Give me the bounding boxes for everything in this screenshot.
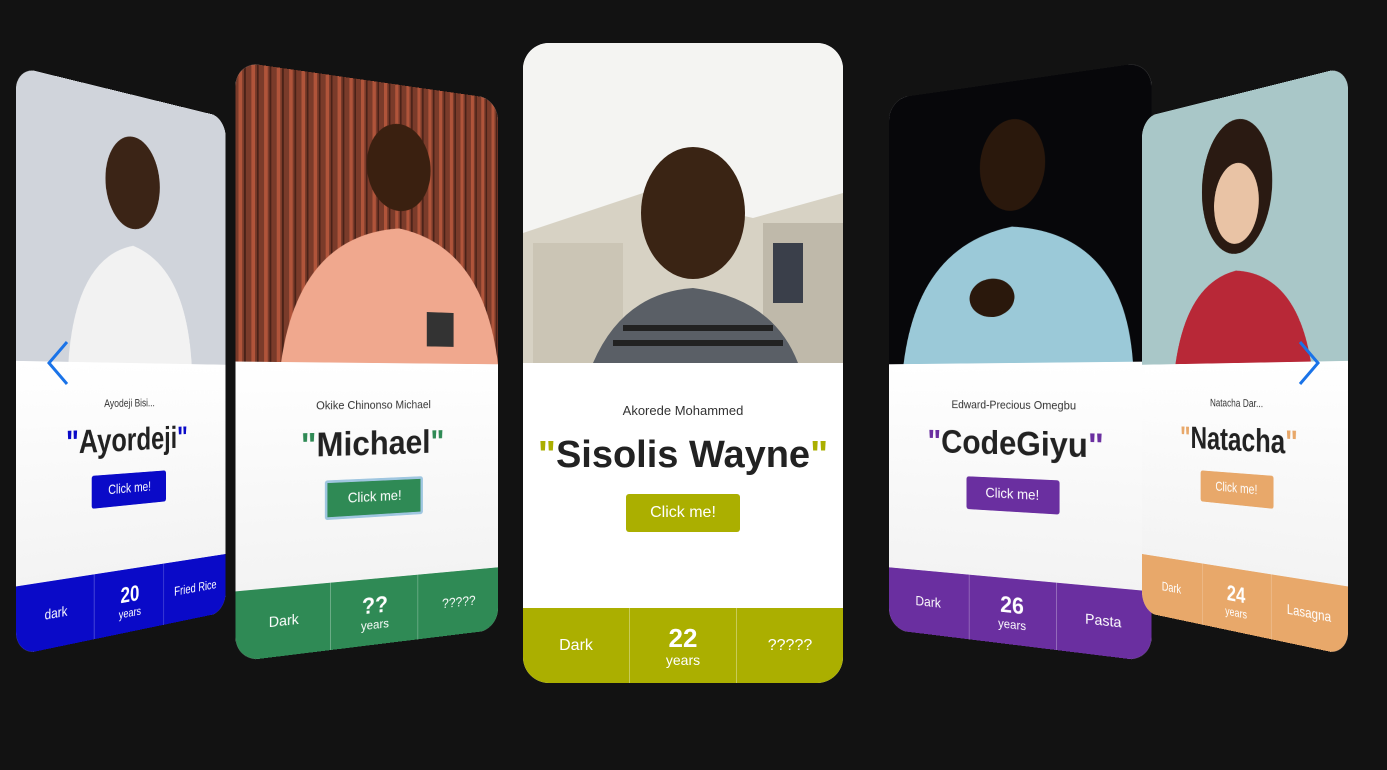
stat-food: ????? bbox=[767, 636, 813, 654]
full-name: Natacha Dar... bbox=[1210, 396, 1264, 410]
stat-age: 24 years bbox=[1203, 563, 1272, 640]
full-name: Edward-Precious Omegbu bbox=[951, 397, 1077, 413]
full-name: Okike Chinonso Michael bbox=[316, 397, 431, 413]
carousel: Ayodeji Bisi... "Ayordeji" Click me! dar… bbox=[0, 0, 1387, 770]
stat-theme: Dark bbox=[523, 608, 630, 683]
stat-food: Lasagna bbox=[1286, 601, 1332, 626]
chevron-left-icon[interactable] bbox=[39, 338, 79, 388]
profile-info: Akorede Mohammed "Sisolis Wayne" Click m… bbox=[523, 363, 843, 608]
profile-card: Edward-Precious Omegbu "CodeGiyu" Click … bbox=[888, 61, 1152, 662]
click-me-button[interactable]: Click me! bbox=[91, 470, 166, 509]
stat-age: 26 years bbox=[969, 574, 1058, 651]
nickname: "Natacha" bbox=[1180, 420, 1298, 462]
stat-age: 20 years bbox=[94, 563, 165, 640]
stat-theme: dark bbox=[15, 574, 95, 656]
stat-theme: Dark bbox=[235, 582, 331, 662]
profile-photo bbox=[888, 61, 1152, 365]
nickname: "Michael" bbox=[300, 424, 445, 466]
full-name: Ayodeji Bisi... bbox=[104, 396, 155, 410]
nickname: "Sisolis Wayne" bbox=[537, 434, 829, 476]
stat-food: Fried Rice bbox=[174, 577, 217, 599]
profile-photo bbox=[523, 43, 843, 363]
stat-age: ?? years bbox=[330, 574, 419, 651]
stat-food: ????? bbox=[442, 593, 476, 612]
profile-photo bbox=[1142, 66, 1349, 365]
stat-theme: Dark bbox=[888, 567, 970, 640]
profile-card-active: Akorede Mohammed "Sisolis Wayne" Click m… bbox=[523, 43, 843, 683]
stat-age: 22 years bbox=[630, 608, 737, 683]
click-me-button[interactable]: Click me! bbox=[966, 476, 1060, 515]
nickname: "CodeGiyu" bbox=[927, 423, 1104, 466]
profile-info: Natacha Dar... "Natacha" Click me! bbox=[1142, 360, 1349, 587]
profile-card: Okike Chinonso Michael "Michael" Click m… bbox=[235, 61, 499, 662]
click-me-button[interactable]: Click me! bbox=[324, 476, 423, 521]
click-me-button[interactable]: Click me! bbox=[626, 494, 740, 532]
full-name: Akorede Mohammed bbox=[622, 403, 744, 418]
stats-bar: Dark 22 years ????? bbox=[523, 608, 843, 683]
profile-info: Ayodeji Bisi... "Ayordeji" Click me! bbox=[15, 360, 226, 587]
profile-photo bbox=[15, 66, 226, 365]
chevron-right-icon[interactable] bbox=[1288, 338, 1328, 388]
stat-food: Pasta bbox=[1085, 611, 1122, 631]
click-me-button[interactable]: Click me! bbox=[1200, 470, 1274, 509]
nickname: "Ayordeji" bbox=[65, 420, 188, 462]
profile-info: Okike Chinonso Michael "Michael" Click m… bbox=[235, 361, 499, 592]
profile-photo bbox=[235, 61, 499, 365]
profile-info: Edward-Precious Omegbu "CodeGiyu" Click … bbox=[888, 361, 1152, 592]
